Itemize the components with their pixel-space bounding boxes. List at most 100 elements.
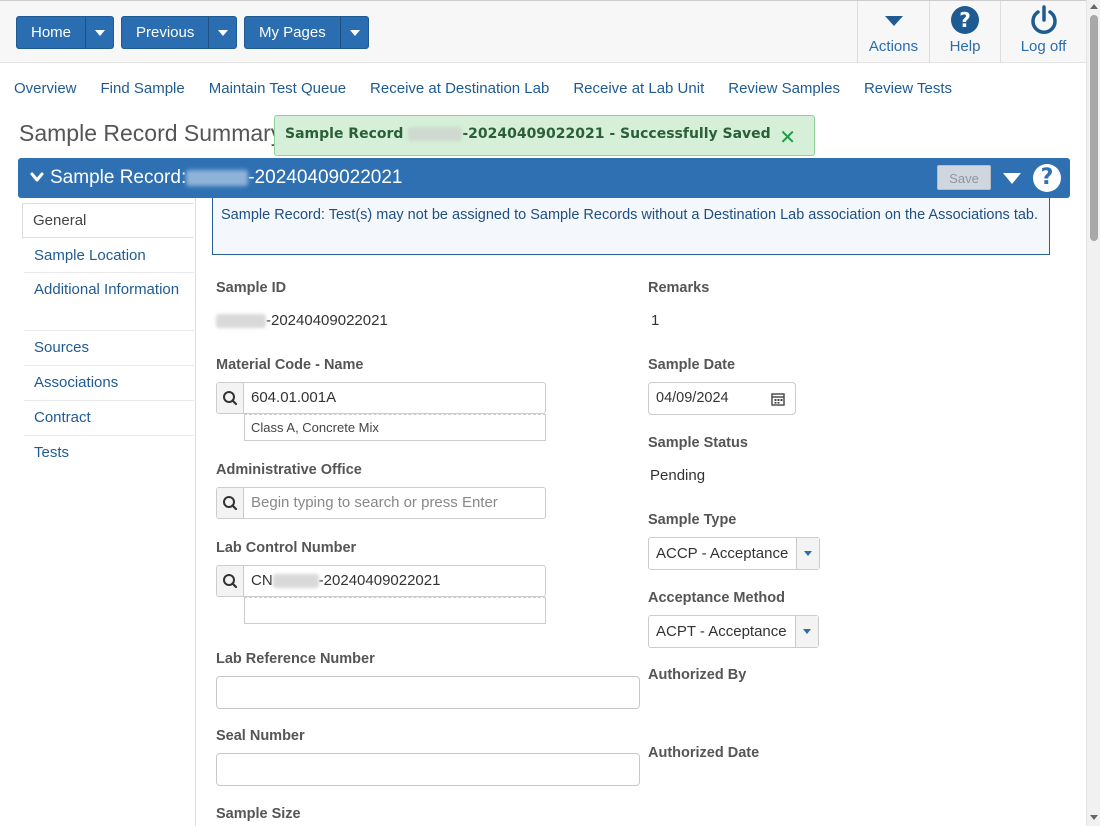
toast-suffix: -20240409022021 - Successfully Saved [462,126,771,142]
help-button[interactable]: ? Help [929,1,1000,63]
save-button[interactable]: Save [937,165,991,190]
lab-control-detail [244,597,546,624]
previous-dropdown-toggle[interactable] [208,17,236,48]
help-label: Help [949,38,981,55]
nav-receive-at-destination-lab[interactable]: Receive at Destination Lab [370,80,549,97]
acceptance-method-value[interactable]: ACPT - Acceptance [656,623,787,640]
acceptance-method-select[interactable]: ACPT - Acceptance [648,615,819,648]
actions-label: Actions [868,38,919,55]
chevron-down-icon [218,30,229,36]
tab-sources[interactable]: Sources [24,331,196,366]
sample-type-select[interactable]: ACCP - Acceptance [648,537,820,570]
nav-maintain-test-queue[interactable]: Maintain Test Queue [209,80,346,97]
top-toolbar: Home Previous My Pages Actions ? Help Lo… [0,0,1086,63]
caret-down-icon[interactable] [1003,173,1021,184]
admin-office-lookup[interactable]: Begin typing to search or press Enter [216,487,546,519]
home-dropdown-toggle[interactable] [85,17,113,48]
scroll-thumb[interactable] [1090,15,1098,241]
seal-number-label: Seal Number [216,728,305,744]
sample-date-value[interactable]: 04/09/2024 [656,390,729,406]
material-search-button[interactable] [217,383,244,413]
my-pages-dropdown-toggle[interactable] [339,17,368,48]
sample-type-dropdown[interactable] [796,538,819,569]
previous-button-label[interactable]: Previous [122,17,208,48]
tab-additional-information[interactable]: Additional Information [24,273,196,331]
toast-message: Sample Record -20240409022021 - Successf… [285,126,771,142]
lab-control-label: Lab Control Number [216,540,357,556]
sidebar-tabs: General Sample Location Additional Infor… [0,198,196,826]
admin-office-placeholder[interactable]: Begin typing to search or press Enter [251,494,498,511]
page-scrollbar[interactable] [1086,0,1100,826]
material-label: Material Code - Name [216,357,364,373]
sample-id-suffix: -20240409022021 [266,312,388,329]
authorized-by-label: Authorized By [648,667,747,683]
record-header: Sample Record: -20240409022021 Save ? [18,158,1070,198]
redacted-text [186,169,249,186]
chevron-down-icon[interactable] [30,170,44,184]
tab-sample-location[interactable]: Sample Location [24,238,196,273]
my-pages-button[interactable]: My Pages [244,16,369,49]
sample-date-input[interactable]: 04/09/2024 [648,382,796,415]
sample-size-label: Sample Size [216,806,301,822]
success-toast: Sample Record -20240409022021 - Successf… [274,115,815,156]
log-off-button[interactable]: Log off [1000,1,1086,63]
material-name-display: Class A, Concrete Mix [244,414,546,441]
search-icon [223,496,238,511]
close-icon[interactable]: ✕ [779,125,796,149]
secondary-nav: Overview Find Sample Maintain Test Queue… [14,80,976,97]
my-pages-button-label[interactable]: My Pages [245,17,340,48]
scroll-up-icon[interactable] [1090,4,1098,9]
lab-control-search-button[interactable] [217,566,244,596]
home-button[interactable]: Home [16,16,115,49]
log-off-label: Log off [1020,38,1067,55]
tab-associations[interactable]: Associations [24,366,196,401]
nav-overview[interactable]: Overview [14,80,77,97]
lab-control-prefix: CN [251,572,273,589]
admin-office-search-button[interactable] [217,488,244,518]
sample-status-label: Sample Status [648,435,748,451]
remarks-value: 1 [651,312,660,329]
lab-control-value[interactable]: CN -20240409022021 [251,572,440,589]
question-circle-icon: ? [951,6,979,34]
nav-find-sample[interactable]: Find Sample [101,80,185,97]
redacted-text [272,574,319,589]
home-button-label[interactable]: Home [17,17,85,48]
sample-type-label: Sample Type [648,512,737,528]
chevron-down-icon [349,30,360,36]
material-code-lookup[interactable]: 604.01.001A [216,382,546,414]
previous-button[interactable]: Previous [121,16,238,49]
sample-date-label: Sample Date [648,357,736,373]
lab-control-lookup[interactable]: CN -20240409022021 [216,565,546,597]
sample-id-label: Sample ID [216,280,287,296]
tab-tests[interactable]: Tests [24,436,196,471]
help-icon[interactable]: ? [1033,164,1061,192]
sample-status-value: Pending [650,467,706,484]
caret-down-icon [804,551,812,556]
remarks-label: Remarks [648,280,710,296]
acceptance-method-label: Acceptance Method [648,590,785,606]
record-title-prefix: Sample Record: [50,167,187,188]
admin-office-label: Administrative Office [216,462,362,478]
record-title-suffix: -20240409022021 [248,167,403,188]
acceptance-method-dropdown[interactable] [795,616,818,647]
search-icon [223,391,238,406]
lab-ref-input[interactable] [216,676,640,709]
validation-warning: Sample Record: Test(s) may not be assign… [212,198,1050,255]
chevron-down-icon [95,30,106,36]
caret-down-icon [884,16,903,26]
calendar-icon[interactable] [771,392,785,406]
power-icon [1030,5,1057,34]
seal-number-input[interactable] [216,753,640,786]
tab-general[interactable]: General [22,203,194,238]
lab-control-suffix: -20240409022021 [318,572,441,589]
scroll-down-icon[interactable] [1090,815,1098,820]
tab-contract[interactable]: Contract [24,401,196,436]
material-code-value[interactable]: 604.01.001A [251,389,336,406]
toast-prefix: Sample Record [285,126,404,142]
nav-receive-at-lab-unit[interactable]: Receive at Lab Unit [573,80,704,97]
sample-type-value[interactable]: ACCP - Acceptance [656,545,788,562]
caret-down-icon [803,629,811,634]
nav-review-samples[interactable]: Review Samples [728,80,840,97]
nav-review-tests[interactable]: Review Tests [864,80,952,97]
actions-menu-button[interactable]: Actions [857,1,929,63]
